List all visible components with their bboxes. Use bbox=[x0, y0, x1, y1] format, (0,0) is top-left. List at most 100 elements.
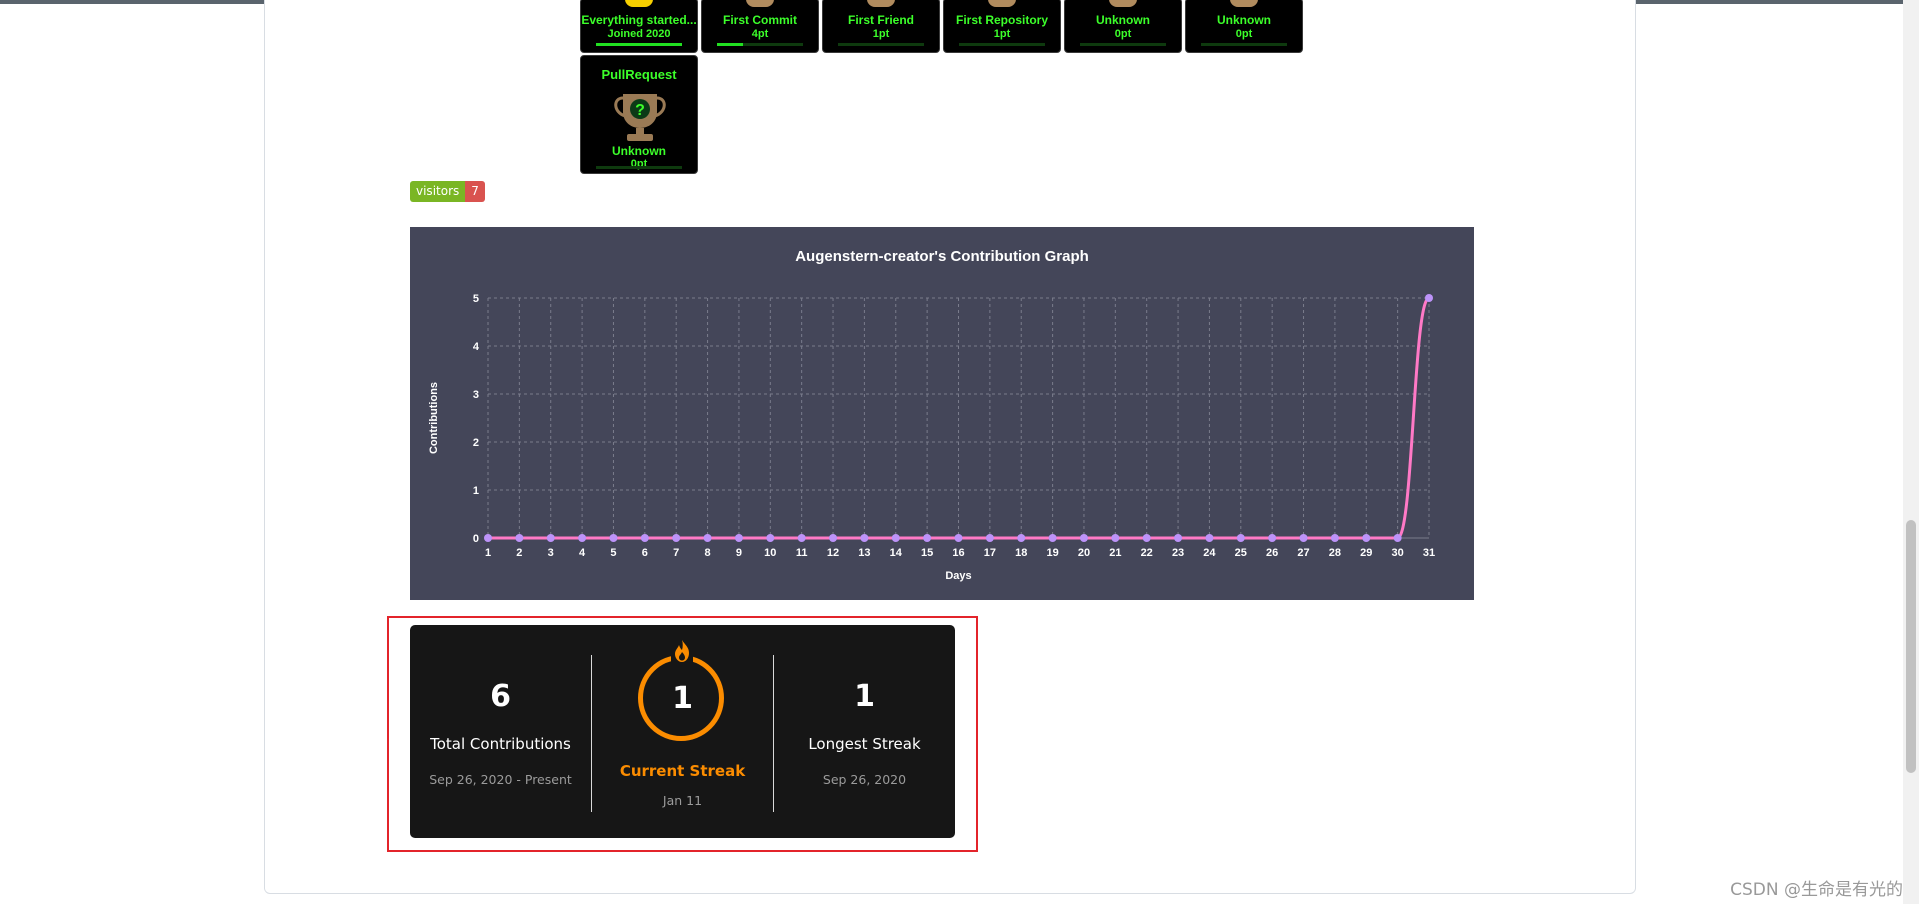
data-point bbox=[1111, 534, 1120, 542]
x-tick-label: 19 bbox=[1046, 547, 1058, 559]
x-tick-label: 8 bbox=[705, 547, 711, 559]
x-tick-label: 28 bbox=[1329, 547, 1341, 559]
scrollbar-thumb[interactable] bbox=[1906, 520, 1916, 773]
x-tick-label: 6 bbox=[642, 547, 648, 559]
current-streak-date: Jan 11 bbox=[662, 793, 703, 808]
data-point bbox=[1142, 534, 1151, 542]
x-tick-label: 3 bbox=[548, 547, 554, 559]
data-point bbox=[640, 534, 649, 542]
x-tick-label: 27 bbox=[1297, 547, 1309, 559]
total-contributions-range: Sep 26, 2020 - Present bbox=[429, 772, 572, 787]
y-tick-label: 5 bbox=[473, 293, 479, 305]
y-axis-label: Contributions bbox=[428, 382, 440, 454]
trophy-card[interactable]: Everything started... Joined 2020 bbox=[580, 0, 698, 53]
data-point bbox=[734, 534, 743, 542]
trophy-progress-fill bbox=[596, 43, 682, 46]
trophy-card[interactable]: First Repository 1pt bbox=[943, 0, 1061, 53]
trophy-progress-bar bbox=[1201, 43, 1287, 46]
trophy-cup-icon bbox=[625, 0, 653, 7]
trophy-cup-icon bbox=[1109, 0, 1137, 7]
x-tick-label: 31 bbox=[1423, 547, 1435, 559]
trophy-question-mark: ? bbox=[635, 102, 645, 119]
data-point bbox=[766, 534, 775, 542]
trophy-title: Unknown bbox=[1217, 13, 1271, 27]
data-point bbox=[703, 534, 712, 542]
trophy-points: 1pt bbox=[872, 28, 890, 40]
data-point bbox=[484, 534, 492, 542]
trophy-cup-icon bbox=[867, 0, 895, 7]
data-point bbox=[1048, 534, 1057, 542]
csdn-watermark: CSDN @生命是有光的 bbox=[1730, 880, 1903, 900]
x-tick-label: 14 bbox=[890, 547, 903, 559]
y-tick-label: 0 bbox=[473, 533, 479, 545]
trophy-cup-icon bbox=[746, 0, 774, 7]
data-point bbox=[860, 534, 869, 542]
x-tick-label: 2 bbox=[516, 547, 522, 559]
trophy-title: Everything started... bbox=[581, 13, 697, 27]
x-tick-label: 13 bbox=[858, 547, 870, 559]
data-point bbox=[923, 534, 932, 542]
x-tick-label: 16 bbox=[952, 547, 964, 559]
total-contributions-section: 6 Total Contributions Sep 26, 2020 - Pre… bbox=[410, 625, 591, 838]
x-tick-label: 15 bbox=[921, 547, 933, 559]
trophy-points: 4pt bbox=[751, 28, 769, 40]
x-tick-label: 30 bbox=[1392, 547, 1404, 559]
x-tick-label: 5 bbox=[610, 547, 616, 559]
data-point bbox=[1330, 534, 1339, 542]
contribution-graph-svg: 0123451 2 3 4 5 6 7 8 9 10 11 12 13 14 15 16 17 18 19 20 21 2… bbox=[428, 293, 1435, 582]
trophy-title: First Friend bbox=[847, 13, 914, 27]
trophy-title: Unknown bbox=[1096, 13, 1150, 27]
data-point bbox=[515, 534, 524, 542]
trophy-progress-bar bbox=[838, 43, 924, 46]
x-tick-label: 9 bbox=[736, 547, 742, 559]
data-point bbox=[797, 534, 806, 542]
trophy-card[interactable]: Unknown 0pt bbox=[1185, 0, 1303, 53]
visitors-badge-count: 7 bbox=[465, 181, 485, 202]
trophy-progress-bar bbox=[717, 43, 803, 46]
x-tick-label: 4 bbox=[579, 547, 586, 559]
trophy-cup-icon bbox=[1230, 0, 1258, 7]
total-contributions-value: 6 bbox=[490, 679, 511, 714]
trophy-title: PullRequest bbox=[601, 67, 677, 82]
trophy-pullrequest[interactable]: PullRequest ? Unknown 0pt bbox=[580, 55, 698, 174]
data-point bbox=[1362, 534, 1371, 542]
trophy-points: 0pt bbox=[1114, 28, 1132, 40]
data-point bbox=[1268, 534, 1277, 542]
trophy-progress-bar bbox=[959, 43, 1045, 46]
data-point bbox=[578, 534, 587, 542]
contribution-graph: Augenstern-creator's Contribution Graph … bbox=[410, 227, 1474, 600]
trophy-points: 0pt bbox=[1235, 28, 1253, 40]
current-streak-label: Current Streak bbox=[619, 762, 746, 780]
x-tick-label: 24 bbox=[1203, 547, 1216, 559]
trophy-progress-bar bbox=[1080, 43, 1166, 46]
trophy-card[interactable]: Unknown 0pt bbox=[1064, 0, 1182, 53]
y-tick-label: 1 bbox=[473, 485, 479, 497]
trophy-title: First Repository bbox=[955, 13, 1048, 27]
x-tick-label: 20 bbox=[1078, 547, 1090, 559]
longest-streak-value: 1 bbox=[854, 679, 875, 714]
y-tick-label: 4 bbox=[473, 341, 480, 353]
trophy-progress-fill bbox=[717, 43, 743, 46]
x-tick-label: 11 bbox=[796, 547, 808, 559]
trophy-progress-bar bbox=[596, 166, 682, 169]
visitors-badge-label: visitors bbox=[410, 181, 466, 202]
current-streak-section: 1 Current Streak Jan 11 bbox=[592, 625, 773, 838]
x-axis-label: Days bbox=[945, 570, 971, 582]
trophy-card[interactable]: First Friend 1pt bbox=[822, 0, 940, 53]
data-point bbox=[1425, 294, 1433, 302]
x-tick-label: 23 bbox=[1172, 547, 1184, 559]
trophy-cup-icon: ? bbox=[614, 94, 666, 141]
longest-streak-section: 1 Longest Streak Sep 26, 2020 bbox=[774, 625, 955, 838]
page-scrollbar[interactable] bbox=[1903, 0, 1919, 904]
x-tick-label: 17 bbox=[984, 547, 996, 559]
x-tick-label: 25 bbox=[1235, 547, 1247, 559]
data-point bbox=[829, 534, 838, 542]
visitors-badge[interactable]: visitors 7 bbox=[410, 181, 485, 202]
x-tick-label: 12 bbox=[827, 547, 839, 559]
trophy-card[interactable]: First Commit 4pt bbox=[701, 0, 819, 53]
data-point bbox=[1079, 534, 1088, 542]
data-point bbox=[954, 534, 963, 542]
data-point bbox=[609, 534, 618, 542]
y-tick-label: 2 bbox=[473, 437, 479, 449]
x-tick-label: 18 bbox=[1015, 547, 1027, 559]
